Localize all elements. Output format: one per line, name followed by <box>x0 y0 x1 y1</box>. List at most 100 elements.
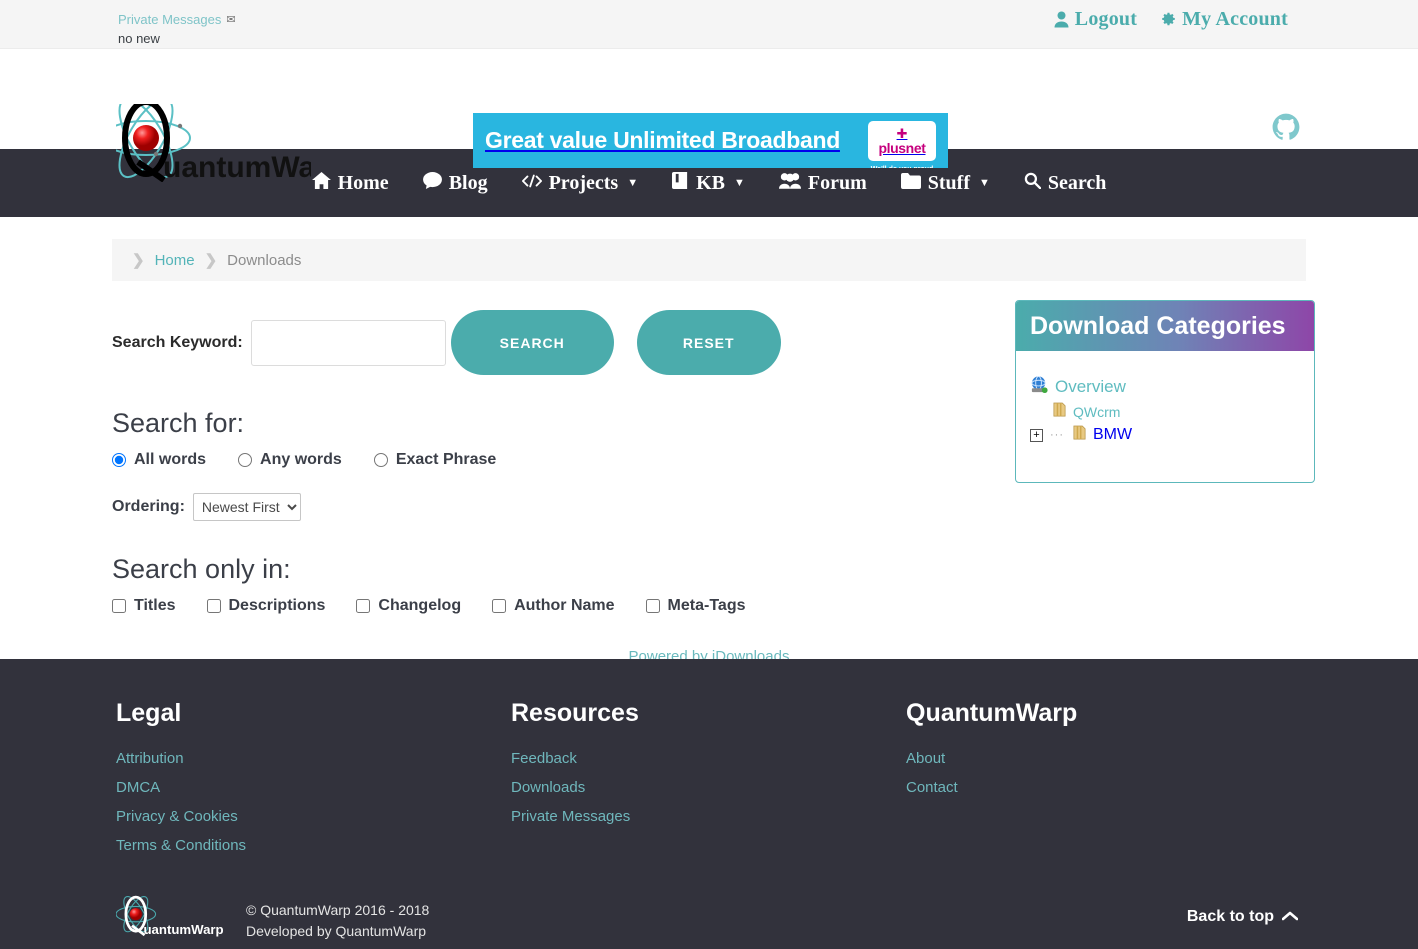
expand-plus-icon[interactable]: + <box>1030 428 1043 442</box>
private-messages-block: Private Messages ✉ no new <box>118 10 236 47</box>
logout-button[interactable]: Logout <box>1054 8 1137 31</box>
footer-link-attribution[interactable]: Attribution <box>116 750 511 767</box>
my-account-button[interactable]: My Account <box>1159 8 1288 31</box>
checkbox-author-name-input[interactable] <box>492 599 507 613</box>
page-root: Private Messages ✉ no new Logout My Accou… <box>0 0 1418 949</box>
advertisement-banner[interactable]: Great value Unlimited Broadband ✚ plusne… <box>473 113 948 168</box>
radio-all-words[interactable]: All words <box>112 451 206 469</box>
footer-logo[interactable]: uantumWarp <box>115 892 226 949</box>
ordering-select[interactable]: Newest First <box>192 493 301 521</box>
footer-column-resources: Resources Feedback Downloads Private Mes… <box>511 699 906 866</box>
tree-link[interactable]: BMW <box>1093 426 1132 444</box>
folder-icon <box>1072 425 1087 445</box>
footer-column-legal: Legal Attribution DMCA Privacy & Cookies… <box>116 699 511 866</box>
ordering-label: Ordering: <box>112 498 185 515</box>
panel-body: Overview QWcrm + ··· BMW <box>1016 351 1314 482</box>
tree-item-bmw[interactable]: + ··· BMW <box>1030 425 1300 445</box>
footer-heading: Resources <box>511 699 639 727</box>
back-to-top-button[interactable]: Back to top <box>1186 908 1299 926</box>
plusnet-tagline: We'll do you proud <box>868 166 936 169</box>
github-icon[interactable] <box>1272 113 1300 146</box>
checkbox-changelog-input[interactable] <box>356 599 371 613</box>
checkbox-author-name[interactable]: Author Name <box>492 597 615 615</box>
radio-any-words-input[interactable] <box>238 453 253 467</box>
nav-label: Home <box>337 171 389 194</box>
footer-heading: QuantumWarp <box>906 699 1078 727</box>
tree-link[interactable]: QWcrm <box>1073 404 1120 420</box>
breadcrumb-current: Downloads <box>227 251 302 269</box>
banner-text: Great value Unlimited Broadband <box>485 127 840 153</box>
copyright-block: © QuantumWarp 2016 - 2018 Developed by Q… <box>246 900 429 942</box>
checkbox-changelog[interactable]: Changelog <box>356 597 461 615</box>
footer-link-feedback[interactable]: Feedback <box>511 750 906 767</box>
site-logo[interactable]: uantumWarp <box>101 97 345 187</box>
private-messages-link[interactable]: Private Messages <box>118 12 221 27</box>
footer-link-contact[interactable]: Contact <box>906 779 1301 796</box>
footer-link-privacy-cookies[interactable]: Privacy & Cookies <box>116 808 511 825</box>
keyword-label: Search Keyword: <box>112 333 243 351</box>
code-icon <box>521 172 542 195</box>
envelope-icon: ✉ <box>226 14 236 26</box>
search-fields-checkboxes: Titles Descriptions Changelog Author Nam… <box>112 597 1007 615</box>
developed-by-text: Developed by QuantumWarp <box>246 922 427 939</box>
checkbox-meta-tags[interactable]: Meta-Tags <box>645 597 745 615</box>
nav-item-blog[interactable]: Blog <box>406 171 505 195</box>
plusnet-brand: plusnet <box>878 139 926 156</box>
footer-logo-wordmark: uantumWarp <box>144 922 224 937</box>
nav-item-projects[interactable]: Projects ▼ <box>505 172 655 195</box>
account-actions: Logout My Account <box>1054 8 1288 31</box>
search-keyword-input[interactable] <box>250 319 446 366</box>
home-icon <box>311 171 331 195</box>
chevron-down-icon: ▼ <box>979 177 990 189</box>
radio-label: All words <box>134 451 207 468</box>
checkbox-titles[interactable]: Titles <box>112 597 176 615</box>
ordering-row: Ordering: Newest First <box>112 493 1007 521</box>
folder-icon <box>900 172 921 195</box>
download-categories-panel: Download Categories Overview QWcrm + ···… <box>1015 300 1315 483</box>
comment-icon <box>422 171 442 195</box>
radio-exact-phrase-input[interactable] <box>373 453 388 467</box>
plusnet-cross-icon: ✚ <box>896 125 908 141</box>
nav-item-home[interactable]: Home <box>295 171 406 195</box>
chevron-right-icon: ❯ <box>132 252 145 269</box>
nav-item-search[interactable]: Search <box>1007 172 1124 195</box>
search-only-in-heading: Search only in: <box>112 554 291 584</box>
checkbox-descriptions-input[interactable] <box>206 599 221 613</box>
search-for-heading: Search for: <box>112 408 245 438</box>
breadcrumb-home-link[interactable]: Home <box>155 252 195 269</box>
footer-link-terms-conditions[interactable]: Terms & Conditions <box>116 837 511 854</box>
tree-item-qwcrm[interactable]: QWcrm <box>1052 402 1300 422</box>
plusnet-logo: ✚ plusnet We'll do you proud <box>868 120 936 168</box>
site-footer: Legal Attribution DMCA Privacy & Cookies… <box>0 659 1418 949</box>
search-mode-radios: All words Any words Exact Phrase <box>112 451 1007 469</box>
my-account-label: My Account <box>1182 8 1288 30</box>
footer-link-downloads[interactable]: Downloads <box>511 779 906 796</box>
top-utility-bar: Private Messages ✉ no new Logout My Accou… <box>0 0 1418 49</box>
back-to-top-label: Back to top <box>1186 908 1274 925</box>
footer-link-about[interactable]: About <box>906 750 1301 767</box>
nav-item-stuff[interactable]: Stuff ▼ <box>884 172 1007 195</box>
footer-link-dmca[interactable]: DMCA <box>116 779 511 796</box>
radio-any-words[interactable]: Any words <box>238 451 342 469</box>
globe-icon <box>1030 375 1049 399</box>
radio-all-words-input[interactable] <box>112 453 126 467</box>
reset-button[interactable]: Reset <box>636 310 781 375</box>
checkbox-meta-tags-input[interactable] <box>645 599 660 613</box>
footer-link-private-messages[interactable]: Private Messages <box>511 808 906 825</box>
site-header: uantumWarp Great value Unlimited Broadba… <box>0 49 1418 184</box>
keyword-search-row: Search Keyword: Search Reset <box>112 310 1007 375</box>
search-button[interactable]: Search <box>450 310 614 375</box>
nav-item-kb[interactable]: KB ▼ <box>655 171 762 195</box>
tree-item-overview[interactable]: Overview <box>1030 375 1300 399</box>
nav-item-forum[interactable]: Forum <box>762 172 884 195</box>
checkbox-descriptions[interactable]: Descriptions <box>206 597 325 615</box>
radio-exact-phrase[interactable]: Exact Phrase <box>373 451 496 469</box>
checkbox-titles-input[interactable] <box>112 599 126 613</box>
checkbox-label: Author Name <box>514 597 615 614</box>
folder-icon <box>1052 402 1067 422</box>
nav-label: Blog <box>448 171 488 194</box>
footer-columns: Legal Attribution DMCA Privacy & Cookies… <box>0 699 1418 866</box>
tree-link[interactable]: Overview <box>1055 377 1126 397</box>
content-columns: Search Keyword: Search Reset Search for:… <box>0 291 1418 665</box>
panel-header: Download Categories <box>1016 301 1314 351</box>
